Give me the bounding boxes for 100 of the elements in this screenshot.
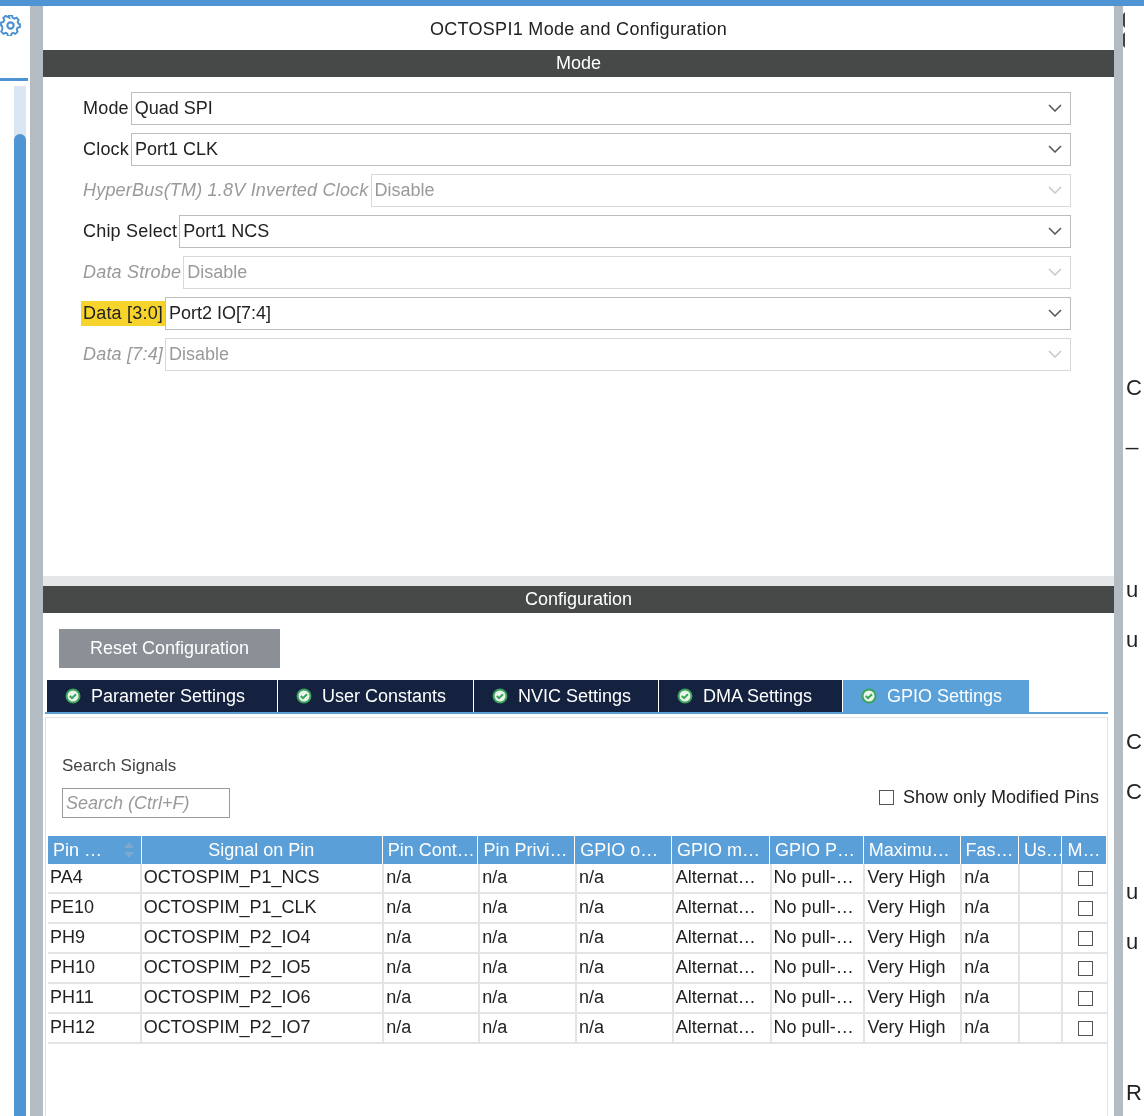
- table-cell: PH11: [48, 984, 142, 1012]
- table-cell: Very High: [865, 924, 963, 952]
- table-cell: n/a: [577, 864, 674, 892]
- field-label: Data [3:0]: [81, 300, 166, 326]
- field-label: HyperBus(TM) 1.8V Inverted Clock: [82, 178, 370, 202]
- dropdown[interactable]: Port1 NCS: [179, 214, 1071, 248]
- scrollbar[interactable]: [14, 86, 26, 1116]
- chevron-icon: [1048, 350, 1062, 358]
- field-label: Clock: [82, 137, 130, 161]
- table-cell: Alternat…: [673, 954, 772, 982]
- field-label: Mode: [82, 96, 130, 120]
- column-header[interactable]: Maximu…: [863, 836, 960, 864]
- table-cell: OCTOSPIM_P2_IO4: [141, 924, 385, 952]
- dropdown[interactable]: Quad SPI: [130, 91, 1071, 125]
- table-cell: Alternat…: [673, 924, 772, 952]
- settings-icon[interactable]: [0, 15, 21, 36]
- field-label: Data [7:4]: [82, 342, 165, 366]
- section-header: Mode: [43, 50, 1114, 77]
- column-header[interactable]: Pin …: [48, 836, 141, 864]
- column-header[interactable]: Pin Privi…: [478, 836, 575, 864]
- field-label: Chip Select: [82, 219, 179, 243]
- column-header[interactable]: M…: [1062, 836, 1107, 864]
- sort-icon: [122, 841, 135, 859]
- table-cell: n/a: [384, 954, 481, 982]
- clipped-text: R: [1126, 1080, 1143, 1106]
- column-header[interactable]: Fas…: [960, 836, 1018, 864]
- table-cell: n/a: [962, 864, 1021, 892]
- table-cell: Alternat…: [673, 1014, 772, 1042]
- table-cell: No pull-…: [771, 864, 866, 892]
- table-cell: n/a: [384, 894, 481, 922]
- table-cell: OCTOSPIM_P1_NCS: [141, 864, 385, 892]
- table-cell: n/a: [577, 1014, 674, 1042]
- column-header[interactable]: GPIO P…: [769, 836, 863, 864]
- clipped-text: u: [1126, 627, 1140, 653]
- table-cell: Very High: [865, 864, 963, 892]
- chevron-icon: [1048, 309, 1062, 317]
- clipped-text: _: [1126, 425, 1140, 451]
- clipped-text: u: [1126, 879, 1140, 905]
- table-cell: PH9: [48, 924, 142, 952]
- checkbox[interactable]: [878, 789, 894, 805]
- column-header[interactable]: GPIO o…: [575, 836, 672, 864]
- chevron-icon: [1048, 268, 1062, 276]
- dropdown[interactable]: Port2 IO[7:4]: [165, 296, 1071, 330]
- table-cell: No pull-…: [771, 894, 866, 922]
- table-cell: n/a: [480, 894, 577, 922]
- column-header[interactable]: Signal on Pin: [141, 836, 382, 864]
- clipped-text: C: [1126, 729, 1143, 755]
- clipped-text: u: [1126, 929, 1140, 955]
- chevron-icon: [1048, 227, 1062, 235]
- table-cell: n/a: [480, 864, 577, 892]
- table-cell: n/a: [384, 924, 481, 952]
- table-cell: Alternat…: [673, 864, 772, 892]
- column-header[interactable]: Us…: [1018, 836, 1062, 864]
- column-header[interactable]: Pin Cont…: [382, 836, 478, 864]
- dropdown[interactable]: Port1 CLK: [131, 132, 1071, 166]
- table-cell: PE10: [48, 894, 142, 922]
- tab[interactable]: GPIO Settings: [843, 680, 1030, 712]
- column-header[interactable]: GPIO m…: [672, 836, 769, 864]
- table-cell: OCTOSPIM_P2_IO5: [141, 954, 385, 982]
- check-circle-icon: [677, 688, 693, 704]
- table-cell: n/a: [384, 1014, 481, 1042]
- tab[interactable]: NVIC Settings: [474, 680, 659, 712]
- checkbox[interactable]: [1077, 990, 1093, 1006]
- search-field[interactable]: Search (Ctrl+F): [62, 788, 230, 818]
- field-label: Data Strobe: [82, 260, 183, 284]
- tab[interactable]: User Constants: [278, 680, 474, 712]
- table-cell: n/a: [962, 924, 1021, 952]
- checkbox[interactable]: [1077, 960, 1093, 976]
- clipped-text: C: [1126, 375, 1143, 401]
- table-cell: n/a: [577, 984, 674, 1012]
- checkbox[interactable]: [1077, 1020, 1093, 1036]
- table-cell: OCTOSPIM_P2_IO7: [141, 1014, 385, 1042]
- table-cell: No pull-…: [771, 924, 866, 952]
- checkbox[interactable]: [1077, 900, 1093, 916]
- table-cell: No pull-…: [771, 954, 866, 982]
- table-cell: Very High: [865, 954, 963, 982]
- table-cell: No pull-…: [771, 984, 866, 1012]
- tab[interactable]: Parameter Settings: [47, 680, 278, 712]
- reset-button[interactable]: Reset Configuration: [59, 629, 280, 668]
- table-cell: n/a: [962, 894, 1021, 922]
- table-cell: n/a: [577, 954, 674, 982]
- search-label: Search Signals: [62, 756, 178, 776]
- check-circle-icon: [65, 688, 81, 704]
- table-cell: n/a: [384, 864, 481, 892]
- checkbox[interactable]: [1077, 870, 1093, 886]
- clipped-text: C: [1126, 779, 1143, 805]
- table-cell: Alternat…: [673, 894, 772, 922]
- chevron-icon: [1048, 145, 1062, 153]
- section-header: Configuration: [43, 586, 1114, 613]
- checkbox-label: Show only Modified Pins: [902, 786, 1099, 808]
- tab[interactable]: DMA Settings: [659, 680, 843, 712]
- checkbox[interactable]: [1077, 930, 1093, 946]
- check-circle-icon: [492, 688, 508, 704]
- table-cell: n/a: [480, 954, 577, 982]
- table-cell: n/a: [962, 954, 1021, 982]
- table-cell: Very High: [865, 1014, 963, 1042]
- table-cell: n/a: [962, 984, 1021, 1012]
- table-cell: PH12: [48, 1014, 142, 1042]
- table-cell: n/a: [962, 1014, 1021, 1042]
- table-cell: n/a: [577, 924, 674, 952]
